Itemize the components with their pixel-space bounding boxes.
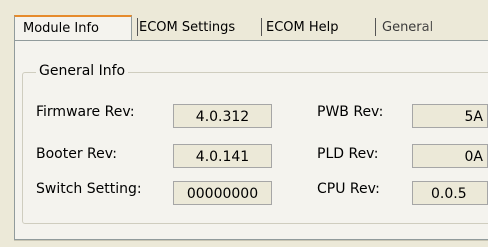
pld-rev-label: PLD Rev: bbox=[317, 146, 379, 162]
tab-overflow-fade bbox=[420, 15, 488, 40]
pwb-rev-label: PWB Rev: bbox=[317, 104, 384, 120]
firmware-rev-label: Firmware Rev: bbox=[36, 104, 135, 120]
switch-setting-label: Switch Setting: bbox=[36, 181, 142, 197]
tab-separator bbox=[375, 18, 376, 36]
booter-rev-label: Booter Rev: bbox=[36, 146, 117, 162]
cpu-rev-value: 0.0.5 bbox=[412, 181, 488, 205]
tab-ecom-help[interactable]: ECOM Help bbox=[266, 15, 339, 40]
booter-rev-value: 4.0.141 bbox=[173, 144, 272, 168]
tab-separator bbox=[137, 18, 138, 36]
firmware-rev-value: 4.0.312 bbox=[173, 104, 272, 128]
pld-rev-value: 0A bbox=[412, 144, 488, 168]
tab-separator bbox=[261, 18, 262, 36]
pwb-rev-value: 5A bbox=[412, 104, 488, 128]
switch-setting-value: 00000000 bbox=[173, 181, 272, 205]
cpu-rev-label: CPU Rev: bbox=[317, 181, 380, 197]
tab-module-info[interactable]: Module Info bbox=[14, 15, 132, 40]
tab-ecom-settings[interactable]: ECOM Settings bbox=[139, 15, 235, 40]
panel-bottom-line bbox=[14, 240, 488, 241]
groupbox-title: General Info bbox=[36, 63, 129, 79]
tab-strip: Module Info ECOM Settings ECOM Help Gene… bbox=[14, 15, 488, 40]
